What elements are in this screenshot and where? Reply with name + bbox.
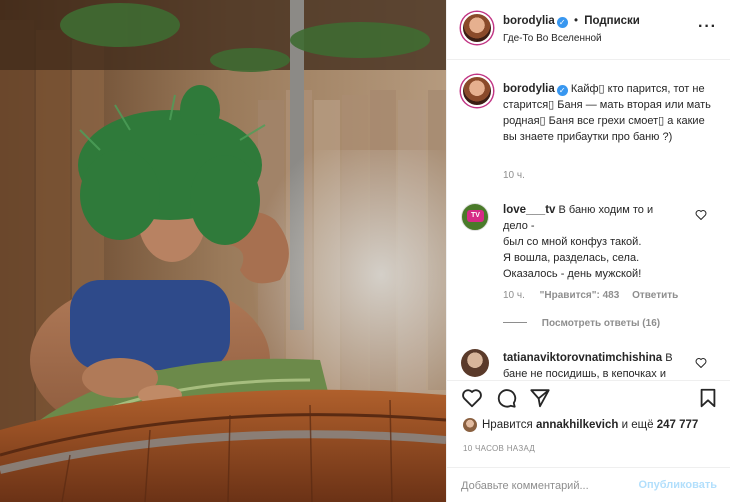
commenter2-avatar[interactable]	[461, 349, 489, 377]
comment-line-5: Оказалось - день мужской!	[503, 268, 642, 280]
comment-time[interactable]: 10 ч.	[503, 290, 525, 301]
comment-line-4: Я вошла, разделась, села.	[503, 252, 640, 264]
comment-line-1: В баню ходим то и	[558, 204, 654, 216]
comments-list[interactable]: borodylia ✓ Кайф▯ кто парится, тот не ста…	[447, 61, 730, 379]
comment2-like-icon[interactable]	[695, 357, 707, 368]
comment-username[interactable]: love___tv	[503, 204, 555, 216]
share-icon[interactable]	[529, 387, 551, 409]
comment2-body: tatianaviktorovnatimchishina В бане не п…	[503, 350, 693, 379]
view-replies-button[interactable]: Посмотреть ответы (16)	[542, 318, 660, 329]
post-sidebar: borodylia ✓ • Подписки Где-То Во Вселенно…	[446, 0, 730, 502]
comment-likes[interactable]: "Нравится": 483	[540, 290, 620, 301]
comment-body: love___tv В баню ходим то и дело - был с…	[503, 202, 693, 282]
likes-count[interactable]: 247 777	[657, 419, 699, 431]
location-link[interactable]: Где-То Во Вселенной	[503, 33, 602, 44]
post-header: borodylia ✓ • Подписки Где-То Во Вселенно…	[447, 0, 730, 60]
post-photo[interactable]	[0, 0, 446, 502]
view-replies-row[interactable]: Посмотреть ответы (16)	[503, 318, 660, 329]
post-time[interactable]: 10 ЧАСОВ НАЗАД	[463, 444, 535, 453]
comment-meta: 10 ч. "Нравится": 483 Ответить	[503, 290, 678, 301]
header-line: borodylia ✓ • Подписки	[503, 15, 640, 28]
replies-divider	[503, 322, 527, 323]
post-image	[0, 0, 446, 502]
author-username[interactable]: borodylia	[503, 15, 555, 27]
add-comment-bar: Опубликовать	[447, 467, 730, 502]
publish-button[interactable]: Опубликовать	[638, 479, 717, 491]
caption-time[interactable]: 10 ч.	[503, 170, 525, 181]
likes-user[interactable]: annakhilkevich	[536, 419, 618, 431]
verified-icon: ✓	[556, 17, 568, 28]
bookmark-icon[interactable]	[697, 387, 719, 409]
comment2-username[interactable]: tatianaviktorovnatimchishina	[503, 352, 662, 364]
more-horizontal-icon[interactable]: ···	[698, 18, 717, 36]
comment-like-icon[interactable]	[695, 209, 707, 220]
likes-summary[interactable]: Нравится annakhilkevich и ещё 247 777	[482, 419, 698, 431]
comment-icon[interactable]	[495, 387, 517, 409]
commenter-avatar[interactable]: TV	[461, 203, 489, 231]
comment-line-3: был со мной конфуз такой.	[503, 236, 642, 248]
caption-avatar[interactable]	[461, 75, 493, 107]
author-avatar[interactable]	[461, 12, 493, 44]
comment2-cut-line: бане не посидишь, в кепочках и	[503, 368, 667, 379]
following-button[interactable]: Подписки	[584, 15, 640, 27]
post-actions: Нравится annakhilkevich и ещё 247 777 10…	[447, 380, 730, 502]
reply-button[interactable]: Ответить	[632, 290, 678, 301]
verified-icon: ✓	[556, 85, 568, 96]
caption-username[interactable]: borodylia	[503, 83, 555, 95]
likes-mid: и ещё	[621, 419, 654, 431]
header-dot: •	[573, 15, 578, 27]
caption: borodylia ✓ Кайф▯ кто парится, тот не ста…	[503, 81, 719, 145]
comment-line-2: дело -	[503, 220, 535, 232]
comment2-text: В	[665, 352, 673, 364]
heart-icon[interactable]	[461, 387, 483, 409]
instagram-post-modal: borodylia ✓ • Подписки Где-То Во Вселенно…	[0, 0, 730, 502]
liker-avatar[interactable]	[463, 418, 477, 432]
likes-prefix: Нравится	[482, 419, 533, 431]
tv-logo-icon: TV	[467, 210, 484, 222]
comment-input[interactable]	[461, 477, 641, 495]
